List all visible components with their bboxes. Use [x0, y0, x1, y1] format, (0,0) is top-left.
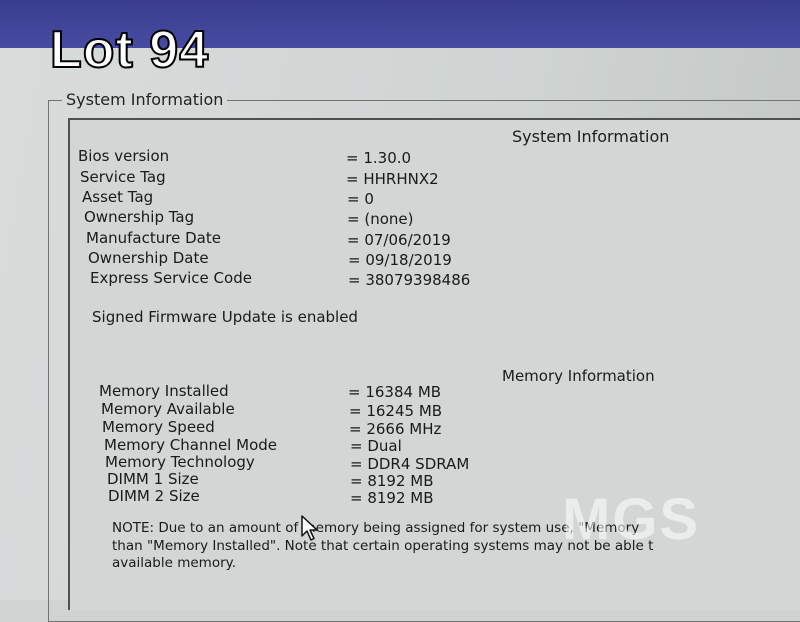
row-label-ownership-tag: Ownership Tag [84, 208, 195, 226]
memory-info-heading: Memory Information [502, 367, 655, 385]
firmware-status-text: Signed Firmware Update is enabled [92, 308, 358, 326]
row-label-memory-speed: Memory Speed [102, 418, 215, 436]
row-value-dimm1-size: = 8192 MB [350, 472, 434, 490]
system-info-heading: System Information [512, 127, 670, 146]
memory-note-line-1: NOTE: Due to an amount of memory being a… [112, 520, 640, 536]
row-label-asset-tag: Asset Tag [82, 188, 154, 206]
row-label-memory-available: Memory Available [101, 400, 235, 418]
groupbox-title: System Information [62, 90, 228, 109]
row-value-memory-available: = 16245 MB [349, 402, 443, 420]
lot-number-overlay: Lot 94 [49, 21, 210, 79]
row-value-dimm2-size: = 8192 MB [350, 489, 434, 507]
row-label-service-tag: Service Tag [80, 168, 166, 186]
row-value-ownership-date: = 09/18/2019 [348, 251, 452, 269]
mouse-cursor-icon [300, 514, 322, 546]
row-value-memory-speed: = 2666 MHz [349, 420, 442, 438]
row-label-express-service-code: Express Service Code [90, 269, 252, 287]
row-value-memory-channel-mode: = Dual [350, 437, 402, 455]
mgs-watermark: MGS [562, 487, 701, 552]
row-value-memory-installed: = 16384 MB [348, 383, 442, 401]
row-value-ownership-tag: = (none) [347, 210, 414, 228]
row-label-memory-installed: Memory Installed [99, 382, 229, 400]
row-value-express-service-code: = 38079398486 [348, 271, 471, 289]
row-label-bios-version: Bios version [78, 147, 170, 165]
row-label-dimm1-size: DIMM 1 Size [107, 470, 199, 488]
row-label-manufacture-date: Manufacture Date [86, 229, 221, 247]
row-value-manufacture-date: = 07/06/2019 [347, 231, 451, 249]
row-value-memory-technology: = DDR4 SDRAM [350, 455, 470, 473]
memory-note-line-3: available memory. [112, 555, 236, 571]
row-value-bios-version: = 1.30.0 [346, 149, 412, 167]
row-value-asset-tag: = 0 [347, 190, 374, 208]
row-label-memory-technology: Memory Technology [105, 453, 255, 471]
row-value-service-tag: = HHRHNX2 [346, 170, 439, 188]
row-label-memory-channel-mode: Memory Channel Mode [104, 436, 277, 454]
row-label-ownership-date: Ownership Date [88, 249, 209, 267]
row-label-dimm2-size: DIMM 2 Size [108, 487, 200, 505]
